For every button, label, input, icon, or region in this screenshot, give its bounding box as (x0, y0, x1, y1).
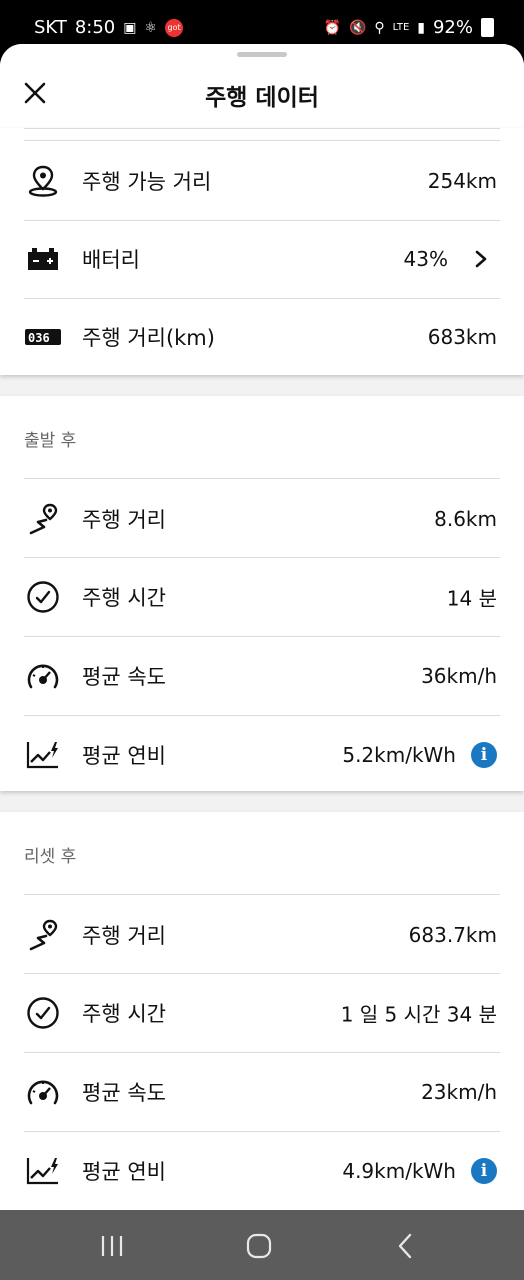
svg-text:036: 036 (28, 331, 50, 345)
battery-icon (24, 240, 62, 278)
location-icon: ⚲ (374, 19, 385, 36)
start-distance-value: 8.6km (434, 507, 497, 531)
range-label: 주행 가능 거리 (82, 170, 212, 194)
since-reset-title: 리셋 후 (24, 847, 77, 867)
vehicle-status-card: 주행 가능 거리 254km 배터리 43% 036 주행 거리(km) 683… (0, 128, 524, 375)
reset-time-row: 주행 시간 1 일 5 시간 34 분 (0, 974, 524, 1052)
recent-apps-button[interactable] (98, 1232, 126, 1260)
screenshot-icon: ▣ (123, 19, 137, 36)
network-type: LTE (392, 21, 410, 33)
home-icon (246, 1233, 272, 1259)
reset-efficiency-value: 4.9km/kWh (342, 1159, 456, 1183)
start-speed-row: 평균 속도 36km/h (0, 637, 524, 715)
battery-percent: 92% (432, 17, 473, 38)
chevron-right-icon (475, 250, 487, 268)
reset-time-value: 1 일 5 시간 34 분 (340, 1002, 497, 1027)
odometer-label: 주행 거리(km) (82, 326, 215, 350)
divider (24, 128, 500, 129)
divider (24, 140, 500, 141)
location-pin-icon (24, 162, 62, 200)
reset-efficiency-row: 평균 연비 4.9km/kWh i (0, 1132, 524, 1210)
route-icon (24, 500, 62, 538)
info-icon[interactable]: i (471, 1158, 497, 1184)
reset-speed-value: 23km/h (421, 1080, 497, 1104)
clock-icon (24, 994, 62, 1032)
efficiency-chart-icon (24, 736, 62, 774)
start-efficiency-row: 평균 연비 5.2km/kWh i (0, 716, 524, 794)
got-app-icon: got (165, 18, 184, 37)
reset-distance-row: 주행 거리 683.7km (0, 896, 524, 974)
start-speed-value: 36km/h (421, 664, 497, 688)
driving-data-sheet: 주행 데이터 주행 가능 거리 254km 배터리 43% 036 주행 거리(… (0, 44, 524, 1210)
speedometer-icon (24, 1073, 62, 1111)
system-nav-bar (0, 1210, 524, 1280)
speedometer-icon (24, 657, 62, 695)
start-distance-label: 주행 거리 (82, 508, 166, 532)
divider (24, 478, 500, 479)
reset-efficiency-label: 평균 연비 (82, 1160, 166, 1184)
clock-icon (24, 578, 62, 616)
efficiency-chart-icon (24, 1152, 62, 1190)
since-start-card: 출발 후 주행 거리 8.6km 주행 시간 14 분 평균 속도 36km/h… (0, 396, 524, 791)
page-title: 주행 데이터 (205, 85, 319, 111)
odometer-row: 036 주행 거리(km) 683km (0, 298, 524, 376)
reset-distance-label: 주행 거리 (82, 924, 166, 948)
sheet-header: 주행 데이터 (0, 44, 524, 128)
divider (24, 894, 500, 895)
carrier-label: SKT (34, 17, 67, 38)
battery-value: 43% (403, 247, 448, 271)
range-row: 주행 가능 거리 254km (0, 142, 524, 220)
battery-status-icon (481, 18, 494, 37)
since-reset-card: 리셋 후 주행 거리 683.7km 주행 시간 1 일 5 시간 34 분 평… (0, 812, 524, 1210)
home-button[interactable] (245, 1232, 273, 1260)
battery-row[interactable]: 배터리 43% (0, 220, 524, 298)
reset-distance-value: 683.7km (408, 923, 497, 947)
start-time-row: 주행 시간 14 분 (0, 558, 524, 636)
signal-icon: ▮ (417, 19, 425, 36)
start-efficiency-label: 평균 연비 (82, 744, 166, 768)
reset-speed-label: 평균 속도 (82, 1081, 166, 1105)
start-speed-label: 평균 속도 (82, 665, 166, 689)
start-efficiency-value: 5.2km/kWh (342, 743, 456, 767)
start-distance-row: 주행 거리 8.6km (0, 480, 524, 558)
odometer-value: 683km (427, 325, 497, 349)
mute-icon: 🔇 (348, 19, 367, 36)
back-icon (398, 1233, 412, 1259)
recent-apps-icon (101, 1236, 123, 1256)
alarm-icon: ⏰ (323, 19, 341, 36)
back-button[interactable] (392, 1232, 420, 1260)
reset-speed-row: 평균 속도 23km/h (0, 1053, 524, 1131)
since-start-title: 출발 후 (24, 431, 77, 451)
battery-label: 배터리 (82, 248, 140, 272)
info-icon[interactable]: i (471, 742, 497, 768)
notification-icon: ⚛ (144, 19, 158, 36)
odometer-icon: 036 (24, 318, 62, 356)
range-value: 254km (427, 169, 497, 193)
start-time-value: 14 분 (446, 586, 497, 611)
clock: 8:50 (74, 17, 116, 38)
start-time-label: 주행 시간 (82, 586, 166, 610)
route-icon (24, 916, 62, 954)
drag-handle[interactable] (237, 52, 287, 57)
reset-time-label: 주행 시간 (82, 1002, 166, 1026)
